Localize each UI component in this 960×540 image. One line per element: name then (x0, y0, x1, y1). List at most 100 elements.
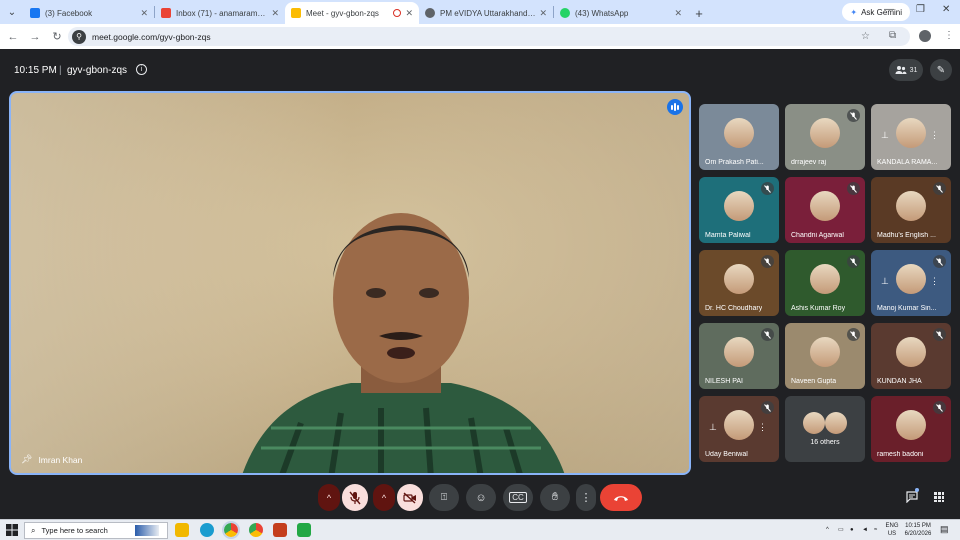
people-icon (895, 66, 907, 74)
main-speaker-label: 📌︎ Imran Khan (21, 454, 82, 465)
participant-tile[interactable]: KUNDAN JHA (871, 323, 951, 389)
participant-name: Madhu's English ... (877, 232, 936, 239)
wifi-icon[interactable]: ≈ (874, 526, 877, 534)
activities-icon[interactable] (932, 490, 946, 504)
chevron-up-icon: ^ (326, 492, 332, 503)
participant-tile[interactable]: Ashis Kumar Roy (785, 250, 865, 316)
participant-name: Ashis Kumar Roy (791, 305, 846, 312)
whatsapp-icon (560, 8, 570, 18)
meeting-time: 10:15 PM (14, 65, 57, 76)
speaker-icon[interactable]: ◄ (862, 526, 868, 534)
host-controls-button[interactable]: ✎ (930, 59, 952, 81)
pin-icon[interactable]: ⊥ (881, 130, 889, 141)
new-tab-button[interactable]: + (688, 2, 710, 24)
forward-icon[interactable]: → (24, 31, 46, 43)
pin-icon[interactable]: ⊥ (709, 422, 717, 433)
reactions-button[interactable]: ☺ (466, 484, 496, 511)
close-tab-icon[interactable]: ✕ (140, 8, 148, 19)
participant-tile[interactable]: Madhu's English ... (871, 177, 951, 243)
more-vert-icon[interactable]: ⋮ (930, 276, 939, 287)
chrome-icon[interactable] (249, 523, 263, 537)
extensions-icon[interactable]: ⧉ (889, 30, 896, 41)
participant-avatar (896, 337, 926, 367)
raise-hand-button[interactable]: ✋︎ (540, 484, 570, 511)
more-vert-icon[interactable]: ⋮ (758, 422, 767, 433)
tab-whatsapp[interactable]: (43) WhatsApp ✕ (554, 2, 688, 24)
site-info-icon[interactable]: ⚲ (72, 29, 86, 44)
mic-off-icon (933, 401, 946, 414)
captions-icon: CC (509, 492, 527, 503)
close-tab-icon[interactable]: ✕ (539, 8, 547, 19)
maximize-icon[interactable]: ❐ (916, 4, 925, 15)
ask-gemini-button[interactable]: ✦ Ask Gemini (842, 3, 910, 21)
main-speaker-tile[interactable]: 📌︎ Imran Khan (9, 91, 691, 475)
close-window-icon[interactable]: ✕ (942, 4, 950, 15)
chat-icon[interactable] (905, 490, 919, 504)
participant-tile[interactable]: Dr. HC Choudhary (699, 250, 779, 316)
profile-avatar[interactable] (919, 30, 931, 42)
captions-button[interactable]: CC (503, 484, 533, 511)
reload-icon[interactable]: ↻ (46, 30, 68, 43)
participants-button[interactable]: 31 (889, 59, 923, 81)
participant-tile[interactable]: ⊥ ⋮ Uday Beniwal (699, 396, 779, 462)
participant-tile[interactable]: 16 others (785, 396, 865, 462)
participant-avatar (724, 118, 754, 148)
participant-tile[interactable]: ⊥ ⋮ KANDALA RAMA... (871, 104, 951, 170)
participant-tile[interactable]: Mamta Paliwal (699, 177, 779, 243)
omnibox[interactable]: ⚲ meet.google.com/gyv-gbon-zqs ☆ (68, 27, 910, 46)
powerpoint-icon[interactable] (273, 523, 287, 537)
region-code: US (887, 531, 897, 537)
taskbar-search-box[interactable]: ⌕ Type here to search (24, 522, 168, 539)
participant-tile[interactable]: Om Prakash Pati... (699, 104, 779, 170)
more-vert-icon[interactable]: ⋮ (930, 130, 939, 141)
tab-meet[interactable]: Meet - gyv-gbon-zqs ✕ (285, 2, 419, 24)
edge-icon[interactable] (200, 523, 214, 537)
taskbar-clock[interactable]: 10:15 PM 6/20/2026 (902, 522, 934, 538)
close-tab-icon[interactable]: ✕ (674, 8, 682, 19)
tab-pm-evidya[interactable]: PM eVIDYA Uttarakhand Meeting ✕ (419, 2, 553, 24)
participant-tile[interactable]: drrajeev raj (785, 104, 865, 170)
tray-chevron-icon[interactable]: ^ (826, 526, 829, 534)
back-icon[interactable]: ← (2, 31, 24, 43)
tab-facebook[interactable]: (3) Facebook ✕ (24, 2, 154, 24)
participant-avatar (825, 412, 847, 434)
notifications-icon[interactable]: ▤ (940, 525, 949, 534)
mic-off-icon (847, 328, 860, 341)
bookmark-star-icon[interactable]: ☆ (861, 31, 870, 42)
participant-avatar (724, 191, 754, 221)
leave-call-button[interactable] (600, 484, 642, 511)
minimize-icon[interactable]: — (884, 4, 894, 15)
menu-kebab-icon[interactable]: ⋮ (944, 30, 954, 41)
mic-tray-icon[interactable]: ● (850, 526, 854, 534)
present-screen-button[interactable]: ⍐ (429, 484, 459, 511)
audio-options-button[interactable]: ^ (318, 484, 340, 511)
camera-toggle-button[interactable] (397, 484, 423, 511)
participant-grid: Om Prakash Pati... drrajeev raj ⊥ ⋮ KANDALA … (699, 104, 953, 464)
close-tab-icon[interactable]: ✕ (271, 8, 279, 19)
network-icon[interactable]: ▭ (838, 526, 844, 534)
language-indicator[interactable]: ENG US (884, 522, 900, 538)
camtasia-icon[interactable] (297, 523, 311, 537)
pin-icon[interactable]: 📌︎ (21, 454, 32, 465)
chrome-active-icon[interactable] (222, 521, 240, 539)
tab-gmail[interactable]: Inbox (71) - anamaramesh2012@gmail.com ✕ (155, 2, 285, 24)
windows-start-icon[interactable] (6, 524, 18, 536)
meeting-info-icon[interactable]: i (136, 64, 147, 75)
file-explorer-icon[interactable] (175, 523, 189, 537)
search-highlight-image (135, 525, 159, 536)
participant-name: Uday Beniwal (705, 451, 748, 458)
participant-tile[interactable]: Chandni Agarwal (785, 177, 865, 243)
participant-tile[interactable]: ⊥ ⋮ Manoj Kumar Sin... (871, 250, 951, 316)
pin-icon[interactable]: ⊥ (881, 276, 889, 287)
video-options-button[interactable]: ^ (373, 484, 395, 511)
participant-avatar (803, 412, 825, 434)
microphone-toggle-button[interactable] (342, 484, 368, 511)
participant-tile[interactable]: ramesh badoni (871, 396, 951, 462)
participant-tile[interactable]: NILESH PAI (699, 323, 779, 389)
tab-search-icon[interactable]: ⌄ (0, 0, 24, 24)
hand-icon: ✋︎ (551, 491, 559, 503)
participant-tile[interactable]: Naveen Gupta (785, 323, 865, 389)
more-options-button[interactable]: ⋮ (576, 484, 596, 511)
tab-title: PM eVIDYA Uttarakhand Meeting (440, 8, 535, 18)
close-tab-icon[interactable]: ✕ (405, 8, 413, 19)
